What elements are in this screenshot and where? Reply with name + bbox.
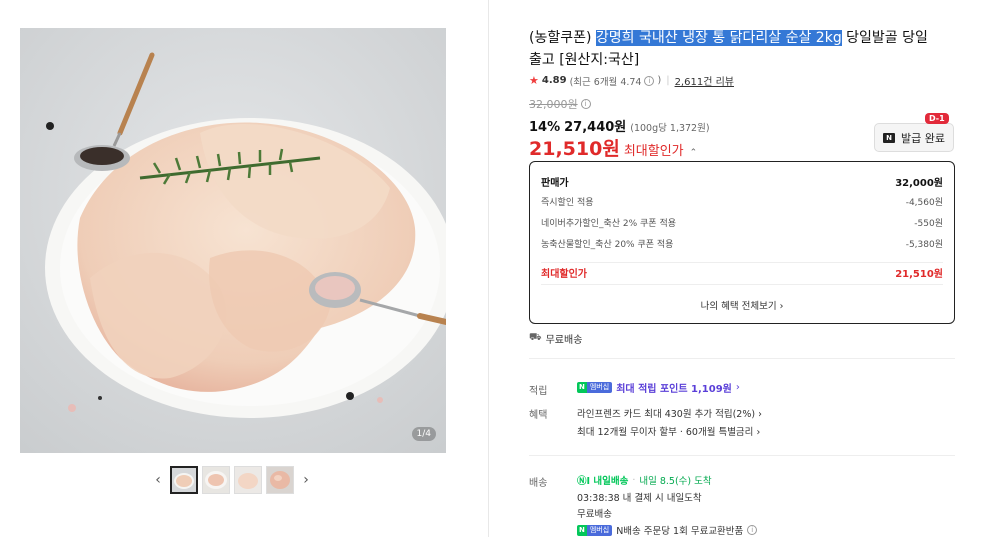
title-prefix: (농할쿠폰) [529,30,596,46]
exchange-text: N배송 주문당 1회 무료교환반품 [616,526,744,537]
delivery-date: 내일 8.5(수) 도착 [639,476,712,487]
naver-plus-membership-icon: N 멤버십 [577,524,613,536]
view-all-label: 나의 혜택 전체보기 [700,301,777,312]
max-discount-row[interactable]: 21,510원 최대할인가 ⌃ [529,134,697,161]
star-icon: ★ [529,74,539,87]
breakdown-label: 즉시할인 적용 [541,198,594,208]
main-product-image[interactable]: 1/4 [20,28,446,453]
breakdown-label: 농축산물할인_축산 20% 쿠폰 적용 [541,240,674,250]
max-discount-price: 21,510원 [529,138,620,160]
membership-text: 멤버십 [586,524,613,536]
discount-rate: 14% [529,120,561,135]
thumbnail-4[interactable] [266,466,294,494]
review-count-link[interactable]: 2,611건 리뷰 [675,73,734,88]
chevron-up-icon[interactable]: ⌃ [690,148,698,158]
product-gallery: 1/4 ‹ › [0,0,488,537]
thumbnail-2[interactable] [202,466,230,494]
installment-link[interactable]: 최대 12개월 무이자 할부 · 60개월 특별금리 › [577,424,760,438]
info-icon[interactable]: i [747,525,758,535]
thumbnail-strip: ‹ › [150,464,314,496]
unit-price: (100g당 1,372원) [630,123,710,134]
breakdown-label: 네이버추가할인_축산 2% 쿠폰 적용 [541,219,677,229]
cutoff-text: 03:38:38 내 결제 시 내일도착 [577,493,702,504]
max-points-text: 최대 적립 포인트 1,109원 [616,384,732,395]
chevron-right-icon: › [779,301,784,312]
truck-icon: ⛟ [529,332,542,343]
info-icon[interactable]: i [644,75,655,86]
original-price-value: 32,000원 [529,98,578,111]
tomorrow-delivery-label: 내일배송 [593,476,629,487]
info-icon[interactable]: i [580,99,591,109]
n-badge-text: N [577,382,587,393]
max-points-row[interactable]: N 멤버십 최대 적립 포인트 1,109원 › [577,380,740,395]
tomorrow-delivery-badge: ⓃI 내일배송 [577,473,628,487]
breakdown-max-label: 최대할인가 [541,269,587,280]
dday-badge: D-1 [925,113,949,124]
section-divider [529,358,955,359]
breakdown-row-instant: 즉시할인 적용 -4,560원 [541,195,943,208]
view-all-benefits-link[interactable]: 나의 혜택 전체보기 › [530,298,954,312]
free-shipping: ⛟ 무료배송 [529,331,582,346]
divider [541,262,943,263]
breakdown-max-value: 21,510원 [895,269,943,280]
delivery-free-text: 무료배송 [577,509,612,520]
thumbnail-3[interactable] [234,466,262,494]
original-price: 32,000원 i [529,96,591,112]
rating-score: 4.89 [541,75,567,86]
panel-divider [488,0,489,537]
naver-n-icon: N [883,132,895,143]
coupon-issued-button[interactable]: N 발급 완료 [874,123,954,152]
naver-n-icon: ⓃI [577,476,591,487]
max-discount-label: 최대할인가 [623,144,684,159]
breakdown-row-max: 최대할인가 21,510원 [541,265,943,280]
breakdown-row-naver-coupon: 네이버추가할인_축산 2% 쿠폰 적용 -550원 [541,216,943,229]
product-info: (농할쿠폰) 강명희 국내산 냉장 통 닭다리살 순살 2kg 당일발골 당일출… [529,0,969,537]
free-shipping-label: 무료배송 [545,335,583,346]
separator: · [632,474,636,486]
rating-row: ★ 4.89 (최근 6개월 4.74 i) | 2,611건 리뷰 [529,73,734,88]
naver-plus-membership-icon: N 멤버십 [577,382,613,393]
points-section-label: 적립 [529,386,548,397]
cutoff-row: 03:38:38 내 결제 시 내일도착 [577,490,702,504]
sale-price-row: 14% 27,440원 (100g당 1,372원) [529,116,710,135]
discount-breakdown-box: 판매가 32,000원 즉시할인 적용 -4,560원 네이버추가할인_축산 2… [529,161,955,324]
membership-text: 멤버십 [586,382,613,393]
breakdown-row-agri-coupon: 농축산물할인_축산 20% 쿠폰 적용 -5,380원 [541,237,943,250]
card-benefit-link[interactable]: 라인프렌즈 카드 최대 430원 추가 적립(2%) › [577,406,762,420]
n-badge-text: N [577,524,587,536]
photo-counter: 1/4 [411,427,436,441]
divider [541,284,943,285]
exchange-row: N 멤버십 N배송 주문당 1회 무료교환반품 i [577,523,758,537]
card-benefit-text: 라인프렌즈 카드 최대 430원 추가 적립(2%) [577,409,756,420]
chevron-right-icon: › [735,382,740,393]
sale-price: 27,440원 [564,120,627,135]
breakdown-value: -5,380원 [905,240,943,250]
title-highlight: 강명희 국내산 냉장 통 닭다리살 순살 2kg [595,30,842,46]
chevron-right-icon[interactable]: › [298,466,314,494]
tomorrow-delivery-row: ⓃI 내일배송 · 내일 8.5(수) 도착 [577,473,712,488]
breakdown-row-price: 판매가 32,000원 [541,174,943,189]
rating-recent-close: ) [657,75,662,86]
breakdown-value: -4,560원 [905,198,943,208]
chevron-left-icon[interactable]: ‹ [150,466,166,494]
rating-recent: (최근 6개월 4.74 [569,76,642,88]
chevron-right-icon: › [758,409,762,420]
product-title: (농할쿠폰) 강명희 국내산 냉장 통 닭다리살 순살 2kg 당일발골 당일출… [529,27,929,71]
benefit-section-label: 혜택 [529,410,548,421]
delivery-free-row: 무료배송 [577,506,612,520]
separator: | [666,75,670,86]
breakdown-value: -550원 [914,219,943,229]
breakdown-value: 32,000원 [895,178,943,189]
coupon-button-label: 발급 완료 [901,131,945,145]
chevron-right-icon: › [756,427,761,438]
installment-text: 최대 12개월 무이자 할부 · 60개월 특별금리 [577,427,754,438]
delivery-section-label: 배송 [529,478,548,489]
thumbnail-1[interactable] [170,466,198,494]
breakdown-label: 판매가 [541,178,569,189]
section-divider [529,455,955,456]
